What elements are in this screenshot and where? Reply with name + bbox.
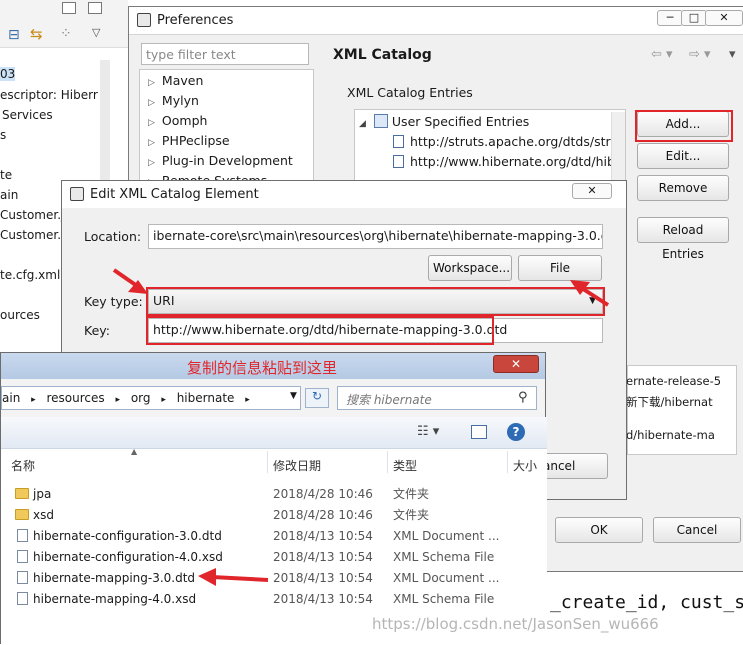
arrow-to-key-type [112,268,148,294]
annotation-arrows [112,268,610,586]
arrow-to-mapping-file [198,568,269,586]
arrow-to-file-system [570,280,610,307]
